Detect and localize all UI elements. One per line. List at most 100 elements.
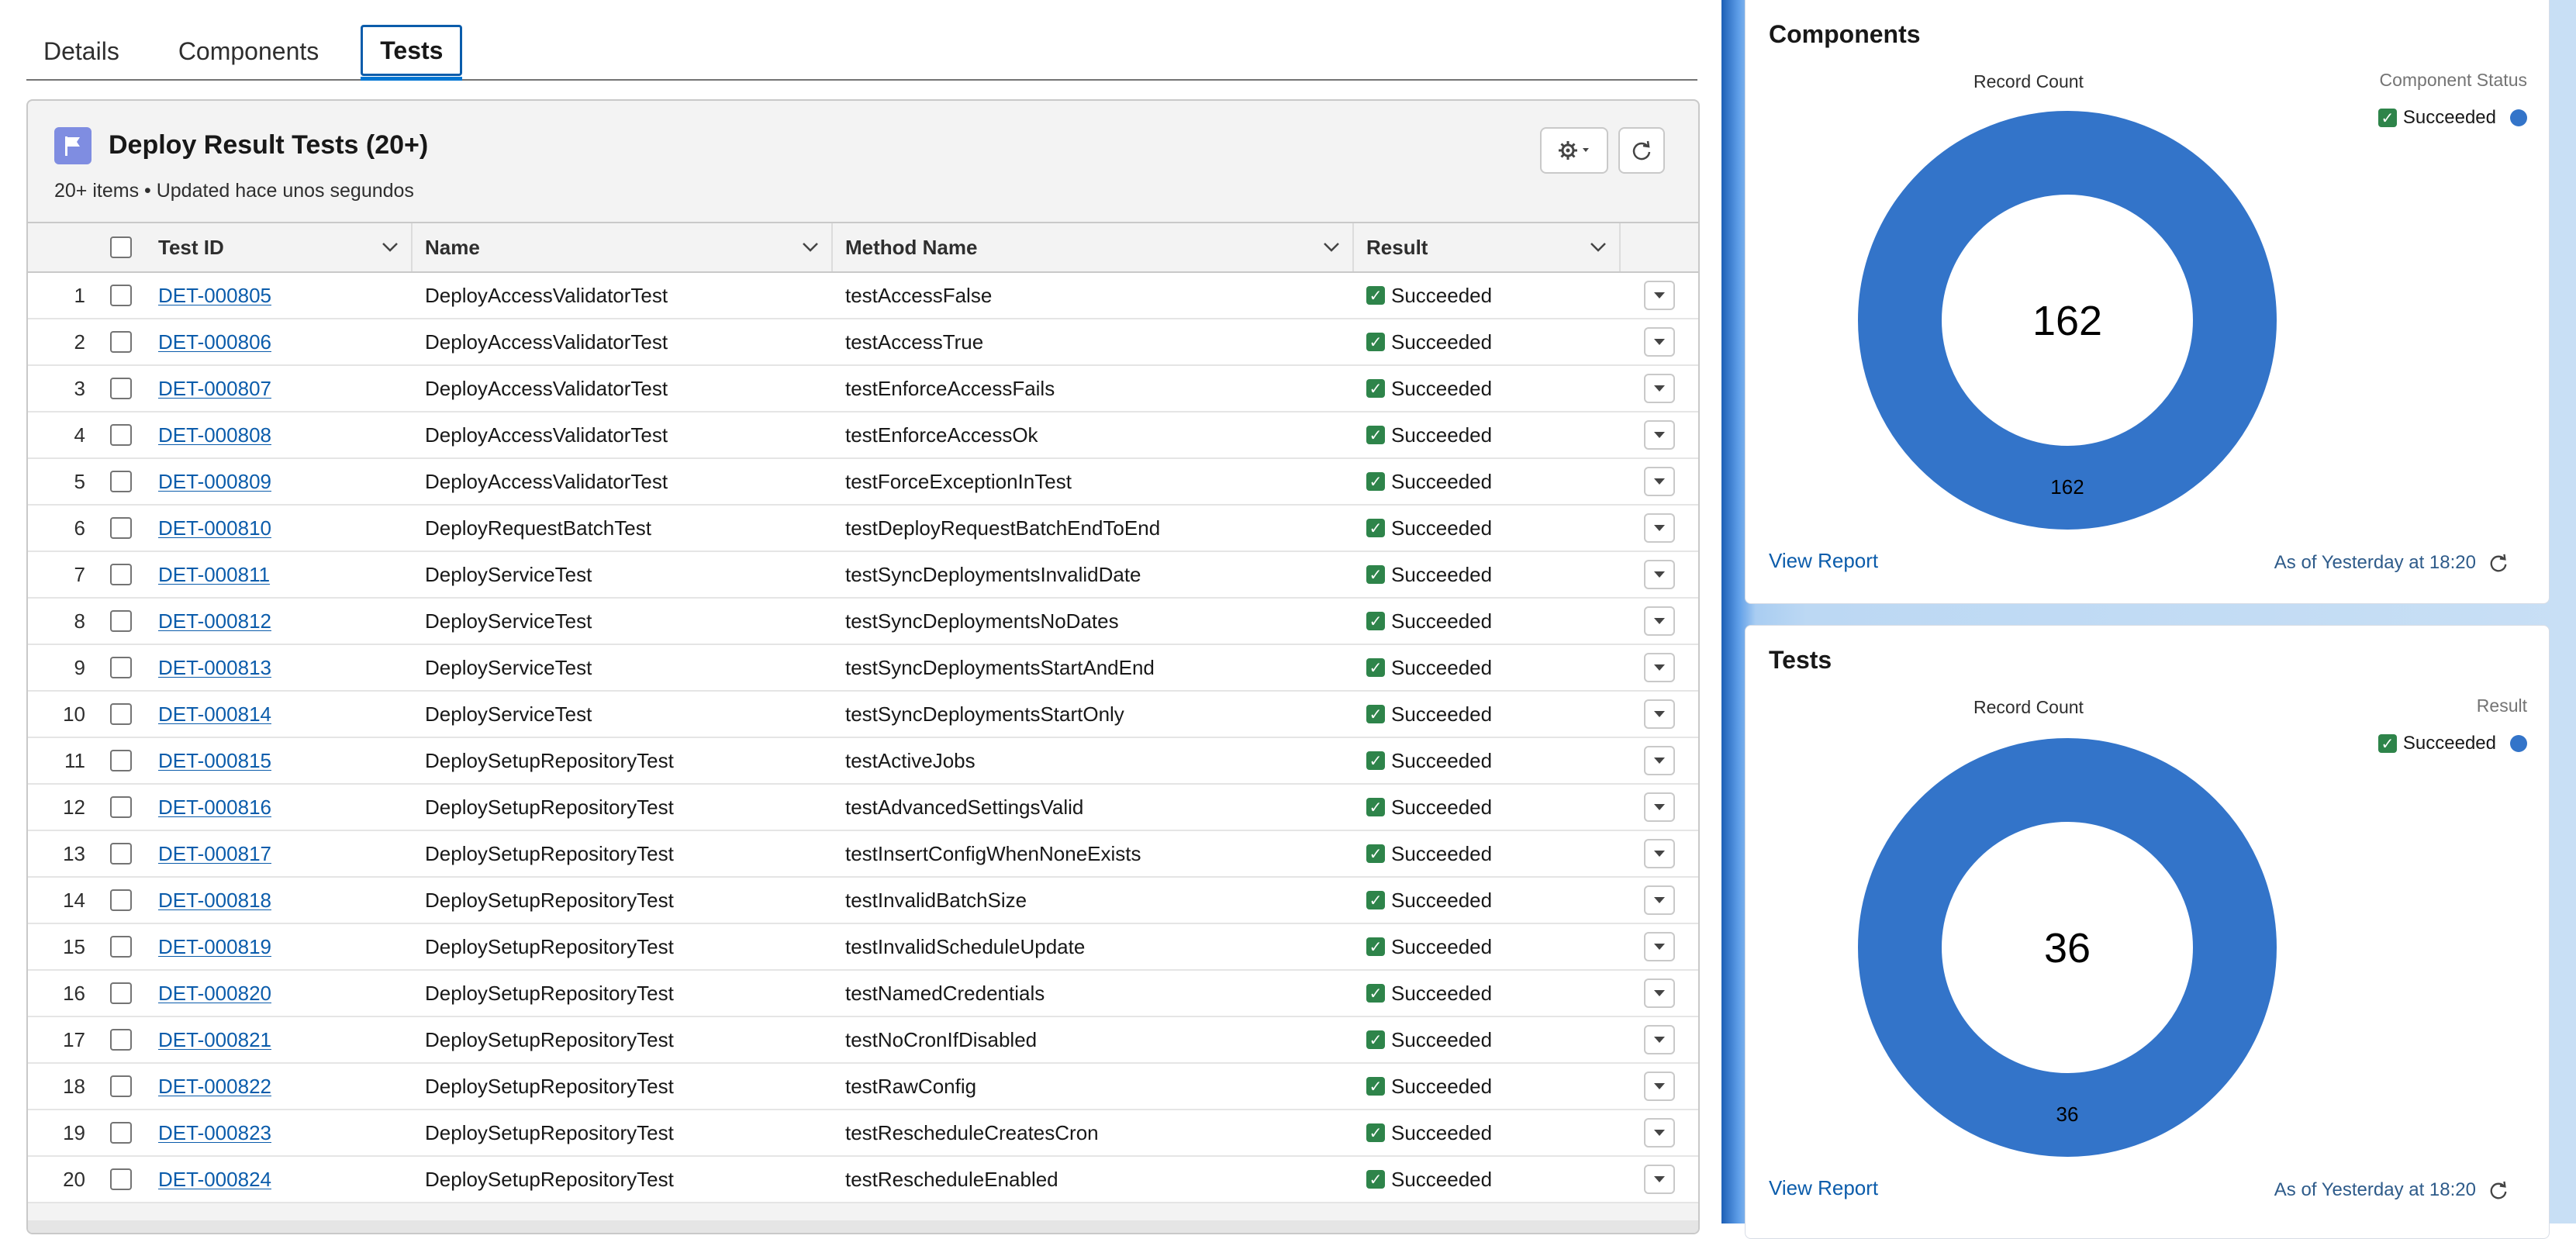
tests-table: Test ID Name Method Name Result 1 DET-000… [28, 222, 1698, 1203]
test-id-link[interactable]: DET-000807 [158, 377, 271, 401]
test-id-link[interactable]: DET-000824 [158, 1168, 271, 1192]
row-actions-button[interactable] [1644, 281, 1675, 310]
row-checkbox[interactable] [110, 471, 132, 492]
row-checkbox[interactable] [110, 1029, 132, 1051]
test-id-link[interactable]: DET-000813 [158, 656, 271, 680]
test-id-link[interactable]: DET-000817 [158, 842, 271, 866]
row-checkbox[interactable] [110, 285, 132, 306]
row-checkbox[interactable] [110, 517, 132, 539]
row-actions-button[interactable] [1644, 1165, 1675, 1194]
row-select-cell [96, 645, 146, 690]
test-id-link[interactable]: DET-000822 [158, 1075, 271, 1099]
row-checkbox[interactable] [110, 378, 132, 399]
row-checkbox[interactable] [110, 796, 132, 818]
chevron-down-icon[interactable] [1590, 242, 1607, 253]
result-cell: ✓ Succeeded [1354, 924, 1621, 969]
caret-down-icon [1654, 1037, 1665, 1043]
row-checkbox[interactable] [110, 936, 132, 958]
row-actions-button[interactable] [1644, 467, 1675, 496]
row-checkbox[interactable] [110, 657, 132, 678]
refresh-icon[interactable] [2488, 1180, 2509, 1200]
test-id-link[interactable]: DET-000816 [158, 796, 271, 820]
row-number: 19 [63, 1120, 85, 1144]
test-id-link[interactable]: DET-000811 [158, 563, 270, 587]
test-id-link[interactable]: DET-000808 [158, 423, 271, 447]
row-actions-button[interactable] [1644, 327, 1675, 357]
chevron-down-icon[interactable] [1323, 242, 1340, 253]
column-header-result[interactable]: Result [1354, 223, 1621, 271]
row-checkbox[interactable] [110, 889, 132, 911]
row-checkbox[interactable] [110, 1075, 132, 1097]
result-label: Succeeded [1391, 469, 1493, 493]
chevron-down-icon[interactable] [802, 242, 819, 253]
row-actions-button[interactable] [1644, 1025, 1675, 1054]
result-cell: ✓ Succeeded [1354, 1064, 1621, 1109]
caret-down-icon [1654, 525, 1665, 531]
test-id-link[interactable]: DET-000806 [158, 330, 271, 354]
column-header-name[interactable]: Name [413, 223, 833, 271]
row-checkbox[interactable] [110, 564, 132, 585]
row-actions-button[interactable] [1644, 1072, 1675, 1101]
test-id-link[interactable]: DET-000815 [158, 749, 271, 773]
horizontal-scrollbar[interactable] [28, 1220, 1698, 1233]
row-actions-button[interactable] [1644, 374, 1675, 403]
row-actions-button[interactable] [1644, 653, 1675, 682]
test-id-cell: DET-000816 [146, 785, 413, 830]
row-actions-button[interactable] [1644, 699, 1675, 729]
test-id-link[interactable]: DET-000805 [158, 284, 271, 308]
row-checkbox[interactable] [110, 1168, 132, 1190]
row-actions-button[interactable] [1644, 978, 1675, 1008]
test-id-link[interactable]: DET-000821 [158, 1028, 271, 1052]
tab-tests[interactable]: Tests [361, 25, 463, 81]
row-checkbox[interactable] [110, 1122, 132, 1144]
row-actions-button[interactable] [1644, 1118, 1675, 1148]
select-all-checkbox[interactable] [110, 236, 132, 258]
row-checkbox[interactable] [110, 610, 132, 632]
test-id-link[interactable]: DET-000823 [158, 1121, 271, 1145]
row-actions-button[interactable] [1644, 560, 1675, 589]
row-actions-button[interactable] [1644, 513, 1675, 543]
test-id-link[interactable]: DET-000819 [158, 935, 271, 959]
row-select-cell [96, 412, 146, 457]
view-report-link[interactable]: View Report [1769, 549, 1878, 573]
test-id-link[interactable]: DET-000814 [158, 702, 271, 726]
chevron-down-icon[interactable] [382, 242, 399, 253]
row-number: 16 [63, 981, 85, 1005]
row-actions-button[interactable] [1644, 420, 1675, 450]
table-row: 11 DET-000815 DeploySetupRepositoryTest tes… [28, 738, 1698, 785]
row-actions-button[interactable] [1644, 792, 1675, 822]
result-cell: ✓ Succeeded [1354, 785, 1621, 830]
row-actions-button[interactable] [1644, 839, 1675, 868]
test-id-link[interactable]: DET-000810 [158, 516, 271, 540]
row-checkbox[interactable] [110, 703, 132, 725]
test-id-link[interactable]: DET-000812 [158, 609, 271, 633]
row-number: 20 [63, 1167, 85, 1191]
row-checkbox[interactable] [110, 424, 132, 446]
row-actions-button[interactable] [1644, 746, 1675, 775]
refresh-icon[interactable] [2488, 553, 2509, 573]
test-id-link[interactable]: DET-000820 [158, 982, 271, 1006]
method-name-cell: testAccessTrue [845, 330, 984, 354]
result-cell: ✓ Succeeded [1354, 366, 1621, 411]
test-id-link[interactable]: DET-000809 [158, 470, 271, 494]
row-checkbox[interactable] [110, 750, 132, 771]
result-cell: ✓ Succeeded [1354, 971, 1621, 1016]
table-row: 5 DET-000809 DeployAccessValidatorTest test… [28, 459, 1698, 506]
column-header-test-id[interactable]: Test ID [146, 223, 413, 271]
row-checkbox[interactable] [110, 843, 132, 865]
tab-components[interactable]: Components [161, 23, 336, 79]
refresh-button[interactable] [1618, 127, 1665, 174]
row-actions-button[interactable] [1644, 606, 1675, 636]
table-row: 12 DET-000816 DeploySetupRepositoryTest tes… [28, 785, 1698, 831]
row-actions-button[interactable] [1644, 885, 1675, 915]
row-actions-button[interactable] [1644, 932, 1675, 961]
row-checkbox[interactable] [110, 982, 132, 1004]
tab-details[interactable]: Details [26, 23, 136, 79]
test-id-link[interactable]: DET-000818 [158, 889, 271, 913]
table-body: 1 DET-000805 DeployAccessValidatorTest test… [28, 273, 1698, 1203]
view-report-link[interactable]: View Report [1769, 1176, 1878, 1200]
list-settings-button[interactable] [1540, 127, 1608, 174]
row-select-cell [96, 1017, 146, 1062]
column-header-method-name[interactable]: Method Name [833, 223, 1354, 271]
row-checkbox[interactable] [110, 331, 132, 353]
